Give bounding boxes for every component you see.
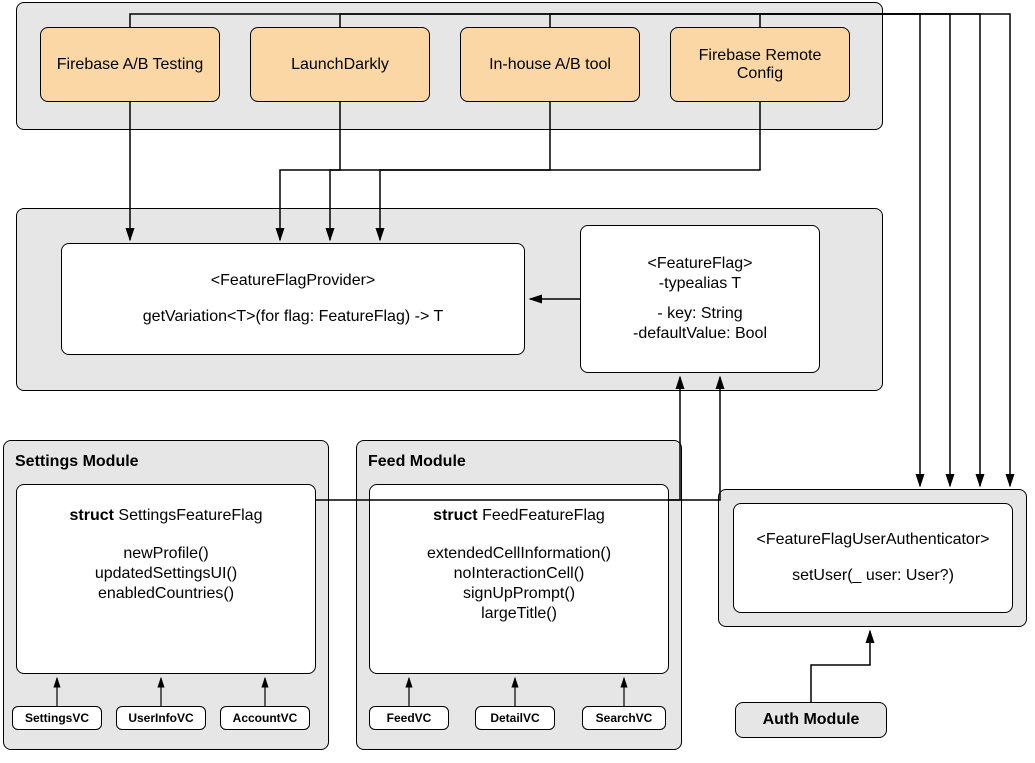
auth-module-box: Auth Module xyxy=(735,702,887,738)
ff-default: -defaultValue: Bool xyxy=(585,325,815,343)
struct-name: SettingsFeatureFlag xyxy=(114,507,263,524)
ff-key: - key: String xyxy=(585,305,815,323)
provider-firebase-remote: Firebase Remote Config xyxy=(670,27,850,102)
provider-label: In-house A/B tool xyxy=(489,56,611,74)
provider-firebase-ab: Firebase A/B Testing xyxy=(40,27,220,102)
vc-userinfo: UserInfoVC xyxy=(116,706,206,730)
settings-struct-title: struct SettingsFeatureFlag xyxy=(21,507,311,525)
provider-label: Firebase A/B Testing xyxy=(57,56,203,74)
provider-inhouse: In-house A/B tool xyxy=(460,27,640,102)
vc-label: UserInfoVC xyxy=(128,711,193,725)
settings-method-0: newProfile() xyxy=(21,545,311,563)
settings-method-1: updatedSettingsUI() xyxy=(21,565,311,583)
vc-account: AccountVC xyxy=(220,706,310,730)
feed-module-label: Feed Module xyxy=(368,453,466,471)
featureflagprovider-box: <FeatureFlagProvider> getVariation<T>(fo… xyxy=(61,243,525,355)
vc-label: FeedVC xyxy=(387,711,432,725)
ff-title: <FeatureFlag> xyxy=(585,255,815,273)
ffp-title: <FeatureFlagProvider> xyxy=(66,272,520,290)
featureflag-box: <FeatureFlag> -typealias T - key: String… xyxy=(580,225,820,373)
vc-label: AccountVC xyxy=(233,711,298,725)
struct-keyword: struct xyxy=(433,507,477,524)
vc-search: SearchVC xyxy=(582,706,666,730)
vc-feed: FeedVC xyxy=(369,706,449,730)
vc-detail: DetailVC xyxy=(475,706,555,730)
ff-typealias: -typealias T xyxy=(585,275,815,293)
provider-label: Firebase Remote Config xyxy=(675,47,845,83)
auth-module-label: Auth Module xyxy=(763,711,860,729)
auth-title: <FeatureFlagUserAuthenticator> xyxy=(738,531,1008,549)
vc-label: SearchVC xyxy=(596,711,653,725)
vc-settings: SettingsVC xyxy=(12,706,102,730)
settings-method-2: enabledCountries() xyxy=(21,585,311,603)
provider-label: LaunchDarkly xyxy=(291,56,389,74)
feed-method-1: noInteractionCell() xyxy=(374,565,664,583)
authenticator-box: <FeatureFlagUserAuthenticator> setUser(_… xyxy=(733,503,1013,613)
provider-launchdarkly: LaunchDarkly xyxy=(250,27,430,102)
feed-struct-title: struct FeedFeatureFlag xyxy=(374,507,664,525)
feed-method-0: extendedCellInformation() xyxy=(374,545,664,563)
vc-label: SettingsVC xyxy=(25,711,89,725)
auth-method: setUser(_ user: User?) xyxy=(738,567,1008,585)
settings-module-label: Settings Module xyxy=(15,453,139,471)
struct-keyword: struct xyxy=(70,507,114,524)
settings-struct-box: struct SettingsFeatureFlag newProfile() … xyxy=(16,484,316,674)
feed-method-2: signUpPrompt() xyxy=(374,585,664,603)
vc-label: DetailVC xyxy=(490,711,539,725)
feed-method-3: largeTitle() xyxy=(374,605,664,623)
ffp-method: getVariation<T>(for flag: FeatureFlag) -… xyxy=(66,308,520,326)
struct-name: FeedFeatureFlag xyxy=(478,507,605,524)
feed-struct-box: struct FeedFeatureFlag extendedCellInfor… xyxy=(369,484,669,674)
